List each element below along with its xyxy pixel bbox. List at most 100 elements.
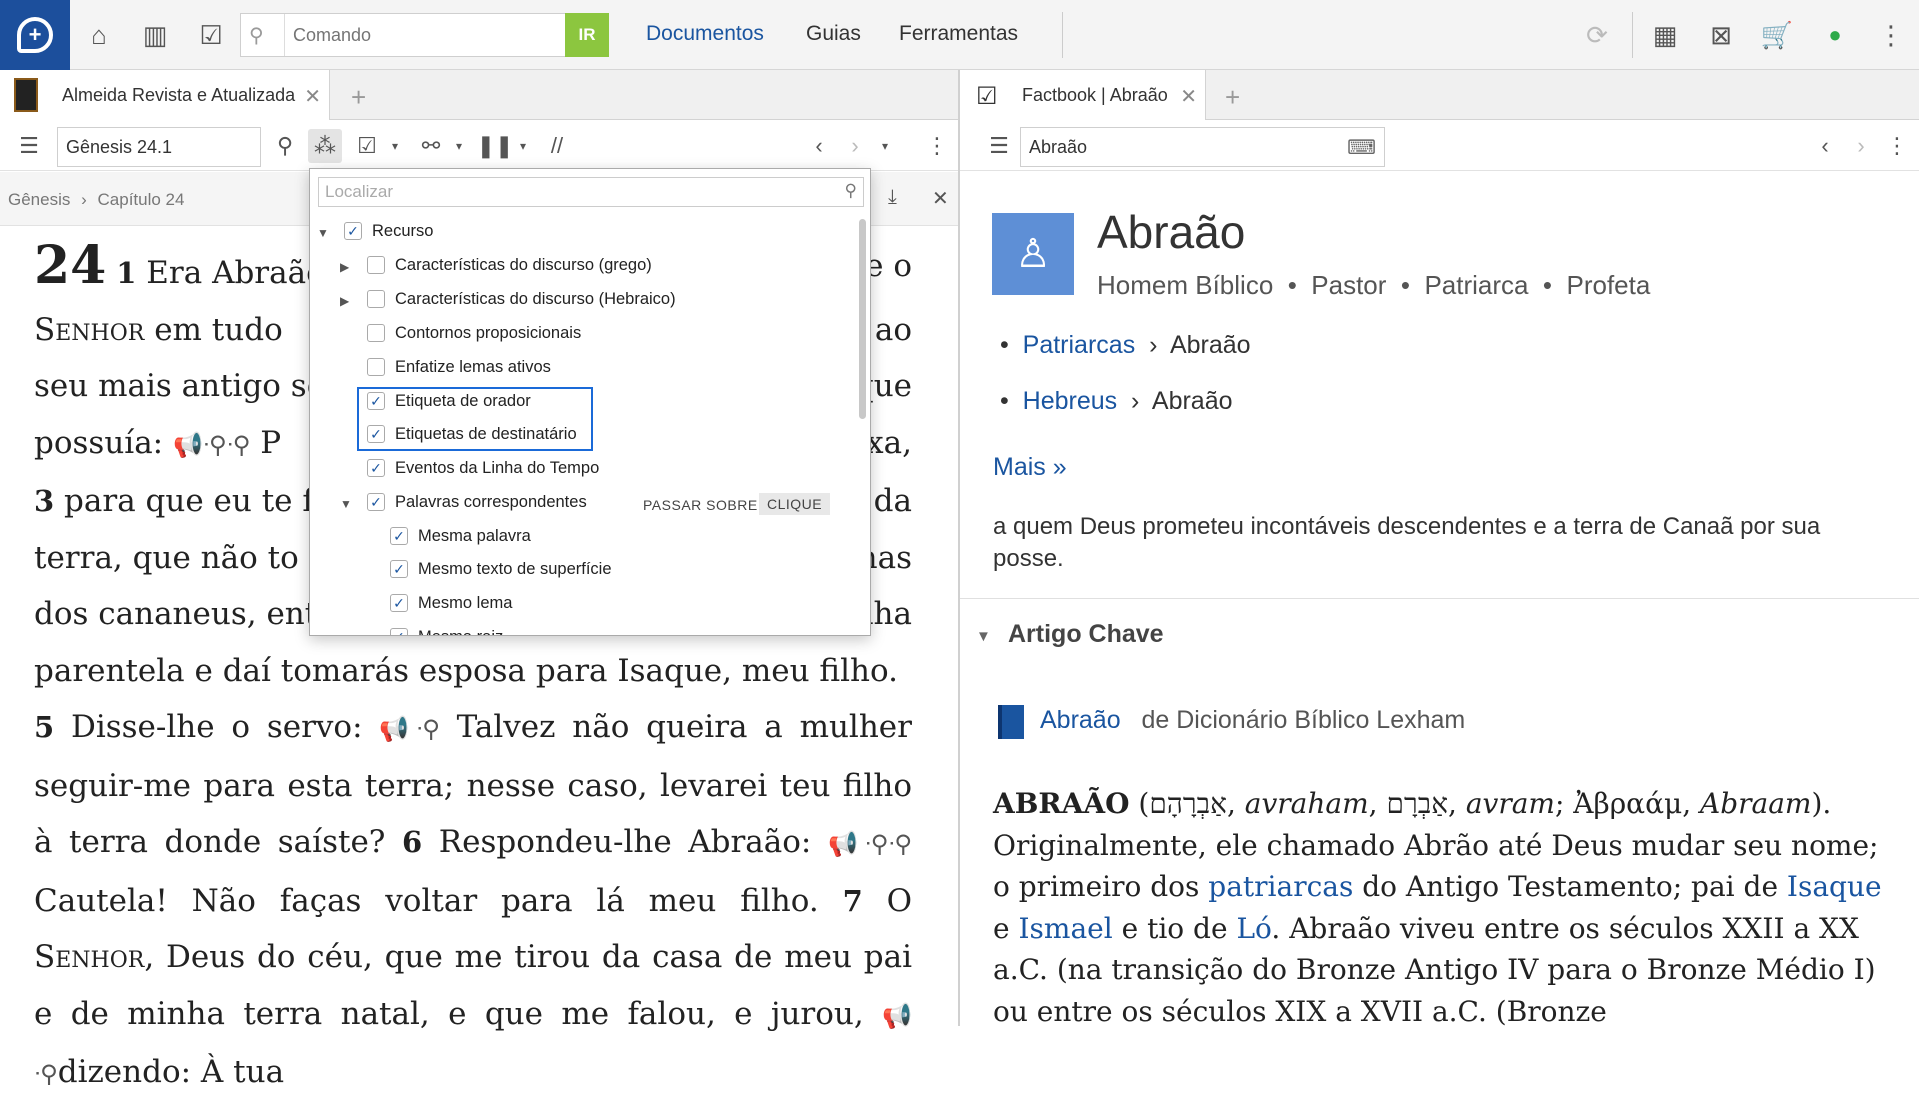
close-icon[interactable]: ✕ bbox=[1180, 84, 1197, 109]
verse-number[interactable]: 3 bbox=[34, 484, 54, 518]
checkbox[interactable] bbox=[367, 358, 385, 376]
reference-box[interactable]: Gênesis 24.1 bbox=[57, 127, 261, 167]
checkbox[interactable]: ✓ bbox=[367, 459, 385, 477]
close-panels-icon[interactable]: ⊠ bbox=[1702, 16, 1740, 54]
checkbox[interactable] bbox=[367, 256, 385, 274]
expand-icon[interactable]: ▼ bbox=[340, 497, 352, 511]
speaker-label-icon[interactable]: 📢ᐧ⚲ bbox=[379, 715, 440, 743]
verse-number[interactable]: 1 bbox=[116, 256, 136, 290]
expand-icon[interactable]: ▶ bbox=[340, 260, 349, 274]
go-button[interactable]: IR bbox=[565, 13, 609, 57]
tab-bible[interactable]: Almeida Revista e Atualizada ✕ bbox=[0, 70, 330, 120]
filter-item[interactable]: ✓ Palavras correspondentes bbox=[367, 488, 587, 516]
section-title[interactable]: Artigo Chave bbox=[1008, 620, 1164, 649]
add-tab-icon[interactable]: + bbox=[351, 82, 366, 113]
add-tab-icon[interactable]: + bbox=[1225, 82, 1240, 113]
search-icon[interactable]: ⚲ bbox=[268, 129, 302, 163]
panel-menu-icon[interactable]: ☰ bbox=[982, 129, 1016, 163]
history-dropdown-icon[interactable]: ▾ bbox=[868, 129, 902, 163]
menu-tools[interactable]: Ferramentas bbox=[899, 22, 1018, 46]
more-options-icon[interactable]: ⋮ bbox=[1880, 129, 1914, 163]
tag[interactable]: Pastor bbox=[1311, 270, 1386, 300]
back-icon[interactable]: ‹ bbox=[1808, 129, 1842, 163]
article-link[interactable]: Ló bbox=[1236, 912, 1271, 945]
filter-item[interactable]: ✓ Mesmo lema bbox=[390, 589, 512, 617]
breadcrumb-book[interactable]: Gênesis bbox=[8, 190, 70, 209]
filter-item[interactable]: ✓ Eventos da Linha do Tempo bbox=[367, 454, 599, 482]
filter-item[interactable]: ✓ Mesma palavra bbox=[390, 522, 531, 550]
speaker-label-icon[interactable]: 📢ᐧ⚲ᐧ⚲ bbox=[173, 431, 250, 459]
command-box[interactable]: ⚲ bbox=[240, 13, 566, 57]
filter-item[interactable]: Enfatize lemas ativos bbox=[367, 353, 551, 381]
logos-logo[interactable]: + bbox=[0, 0, 70, 70]
checkbox[interactable]: ✓ bbox=[390, 560, 408, 578]
text-line: 5 Disse-lhe o servo: 📢ᐧ⚲ Talvez não quei… bbox=[34, 699, 912, 1103]
filter-item[interactable]: ✓ Recurso bbox=[344, 217, 433, 245]
expand-icon[interactable]: ▼ bbox=[317, 226, 329, 240]
checkbox[interactable] bbox=[367, 290, 385, 308]
checkbox[interactable]: ✓ bbox=[390, 594, 408, 612]
panel-menu-icon[interactable]: ☰ bbox=[12, 129, 46, 163]
filter-search-input[interactable]: Localizar ⚲ bbox=[318, 177, 864, 207]
panel-divider[interactable] bbox=[958, 70, 960, 1026]
menu-documents[interactable]: Documentos bbox=[646, 22, 764, 46]
verse-number[interactable]: 7 bbox=[843, 884, 863, 918]
filter-item[interactable]: ✓ Mesmo texto de superfície bbox=[390, 555, 612, 583]
logo-icon: + bbox=[17, 17, 53, 53]
factbook-search-input[interactable]: Abraão ⌨ bbox=[1020, 127, 1385, 167]
visual-filters-icon[interactable]: ⁂ bbox=[308, 129, 342, 163]
verse-number[interactable]: 5 bbox=[34, 710, 54, 744]
checkbox[interactable]: ✓ bbox=[390, 527, 408, 545]
verse-number[interactable]: 6 bbox=[402, 825, 422, 859]
download-icon[interactable]: ⤓ bbox=[888, 186, 897, 209]
filter-item[interactable]: Características do discurso (Hebraico) bbox=[367, 285, 676, 313]
more-menu-icon[interactable]: ⋮ bbox=[1872, 16, 1910, 54]
breadcrumb-chapter[interactable]: Capítulo 24 bbox=[98, 190, 185, 209]
category-link[interactable]: Patriarcas bbox=[1023, 331, 1136, 359]
scrollbar[interactable] bbox=[946, 226, 958, 1026]
chevron-down-icon[interactable]: ▾ bbox=[378, 129, 412, 163]
category-link[interactable]: Hebreus bbox=[1023, 387, 1118, 415]
layouts-icon[interactable]: ▦ bbox=[1646, 16, 1684, 54]
checkbox[interactable] bbox=[367, 324, 385, 342]
more-options-icon[interactable]: ⋮ bbox=[920, 129, 954, 163]
close-icon[interactable]: ✕ bbox=[304, 84, 321, 109]
tag[interactable]: Homem Bíblico bbox=[1097, 270, 1273, 300]
filter-item[interactable]: ✓ Mesma raiz bbox=[390, 623, 503, 635]
checkbox[interactable]: ✓ bbox=[390, 628, 408, 635]
account-icon[interactable]: ● bbox=[1816, 16, 1854, 54]
command-input[interactable] bbox=[293, 22, 553, 48]
more-link[interactable]: Mais » bbox=[993, 453, 1067, 482]
scrollbar[interactable] bbox=[859, 219, 866, 419]
click-option[interactable]: CLIQUE bbox=[759, 493, 831, 515]
expand-icon[interactable]: ▶ bbox=[340, 294, 349, 308]
tab-factbook[interactable]: ☑ Factbook | Abraão ✕ bbox=[960, 70, 1206, 120]
article-link[interactable]: Isaque bbox=[1787, 870, 1882, 903]
checkbox[interactable]: ✓ bbox=[367, 493, 385, 511]
article-link[interactable]: Ismael bbox=[1018, 912, 1112, 945]
filter-item[interactable]: Contornos proposicionais bbox=[367, 319, 581, 347]
forward-icon[interactable]: › bbox=[838, 129, 872, 163]
hover-option[interactable]: PASSAR SOBRE bbox=[643, 497, 758, 513]
article-link[interactable]: Abraão bbox=[1040, 706, 1121, 734]
parallel-resources-icon[interactable]: // bbox=[540, 129, 574, 163]
tag[interactable]: Profeta bbox=[1566, 270, 1650, 300]
cart-icon[interactable]: 🛒 bbox=[1758, 16, 1796, 54]
chevron-down-icon[interactable]: ▾ bbox=[506, 129, 540, 163]
sync-icon[interactable]: ⟳ bbox=[1578, 16, 1616, 54]
checklist-icon[interactable]: ☑ bbox=[192, 16, 230, 54]
menu-guides[interactable]: Guias bbox=[806, 22, 861, 46]
checkbox[interactable]: ✓ bbox=[344, 222, 362, 240]
collapse-icon[interactable]: ▼ bbox=[976, 628, 991, 645]
article-link[interactable]: patriarcas bbox=[1208, 870, 1353, 903]
library-icon[interactable]: ▥ bbox=[136, 16, 174, 54]
keyboard-icon[interactable]: ⌨ bbox=[1347, 135, 1376, 160]
speaker-label-icon[interactable]: 📢ᐧ⚲ᐧ⚲ bbox=[828, 830, 912, 858]
tag[interactable]: Patriarca bbox=[1424, 270, 1528, 300]
close-icon[interactable]: ✕ bbox=[932, 186, 949, 211]
forward-icon[interactable]: › bbox=[1844, 129, 1878, 163]
back-icon[interactable]: ‹ bbox=[802, 129, 836, 163]
home-icon[interactable]: ⌂ bbox=[80, 16, 118, 54]
filter-item[interactable]: Características do discurso (grego) bbox=[367, 251, 652, 279]
chevron-down-icon[interactable]: ▾ bbox=[442, 129, 476, 163]
